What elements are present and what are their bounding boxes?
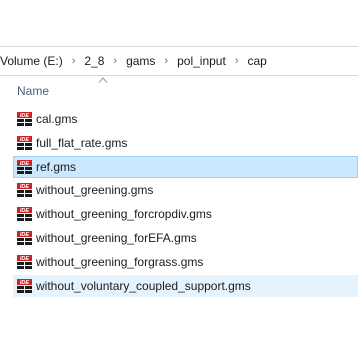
gams-ide-icon: IDE xyxy=(17,278,32,293)
breadcrumb-volume[interactable]: Volume (E:) xyxy=(0,54,67,68)
file-row-without-voluntary-coupled-support[interactable]: IDE without_voluntary_coupled_support.gm… xyxy=(13,274,358,297)
address-bar[interactable]: Volume (E:) › 2_8 › gams › pol_input › c… xyxy=(0,46,358,76)
breadcrumb-separator-icon[interactable]: › xyxy=(230,55,244,67)
gams-ide-icon: IDE xyxy=(17,159,32,174)
svg-text:IDE: IDE xyxy=(20,280,30,286)
name-column-header[interactable]: Name xyxy=(0,74,358,106)
gams-ide-icon: IDE xyxy=(17,230,32,245)
svg-text:IDE: IDE xyxy=(20,137,30,143)
gams-ide-icon: IDE xyxy=(17,207,32,222)
file-name: without_greening_forEFA.gms xyxy=(36,230,197,245)
file-explorer-window: Volume (E:) › 2_8 › gams › pol_input › c… xyxy=(0,0,358,341)
name-column-label: Name xyxy=(17,84,50,98)
file-name: without_greening.gms xyxy=(36,183,154,198)
svg-text:IDE: IDE xyxy=(20,256,30,262)
gams-ide-icon: IDE xyxy=(17,112,32,126)
svg-text:IDE: IDE xyxy=(20,208,30,214)
file-row-without-greening[interactable]: IDE without_greening.gms xyxy=(13,179,358,201)
breadcrumb-pol-input[interactable]: pol_input xyxy=(173,54,230,68)
file-row-ref[interactable]: IDE ref.gms xyxy=(13,155,358,178)
breadcrumb-separator-icon[interactable]: › xyxy=(159,55,173,67)
breadcrumb-separator-icon[interactable]: › xyxy=(67,55,81,67)
breadcrumb-cap[interactable]: cap xyxy=(243,54,270,68)
svg-text:IDE: IDE xyxy=(20,113,30,119)
svg-text:IDE: IDE xyxy=(20,232,30,238)
file-list: IDE cal.gms IDE full_flat_rate.gms IDE r… xyxy=(13,108,358,298)
file-row-without-greening-forcropdiv[interactable]: IDE without_greening_forcropdiv.gms xyxy=(13,203,358,225)
file-row-full-flat-rate[interactable]: IDE full_flat_rate.gms xyxy=(13,132,358,154)
file-name: without_greening_forcropdiv.gms xyxy=(36,207,212,222)
breadcrumb: Volume (E:) › 2_8 › gams › pol_input › c… xyxy=(0,47,271,75)
breadcrumb-gams[interactable]: gams xyxy=(122,54,159,68)
file-row-cal[interactable]: IDE cal.gms xyxy=(13,108,358,130)
file-name: full_flat_rate.gms xyxy=(36,135,128,150)
gams-ide-icon: IDE xyxy=(17,135,32,150)
svg-text:IDE: IDE xyxy=(20,161,30,167)
breadcrumb-2-8[interactable]: 2_8 xyxy=(80,54,108,68)
file-name: without_voluntary_coupled_support.gms xyxy=(36,278,251,293)
file-name: without_greening_forgrass.gms xyxy=(36,254,204,269)
gams-ide-icon: IDE xyxy=(17,254,32,269)
breadcrumb-separator-icon[interactable]: › xyxy=(108,55,122,67)
file-row-without-greening-forgrass[interactable]: IDE without_greening_forgrass.gms xyxy=(13,251,358,273)
file-name: cal.gms xyxy=(36,112,78,126)
sort-ascending-icon xyxy=(98,77,108,83)
gams-ide-icon: IDE xyxy=(17,183,32,198)
file-row-without-greening-forefa[interactable]: IDE without_greening_forEFA.gms xyxy=(13,227,358,249)
file-name: ref.gms xyxy=(36,159,77,174)
svg-text:IDE: IDE xyxy=(20,185,30,191)
